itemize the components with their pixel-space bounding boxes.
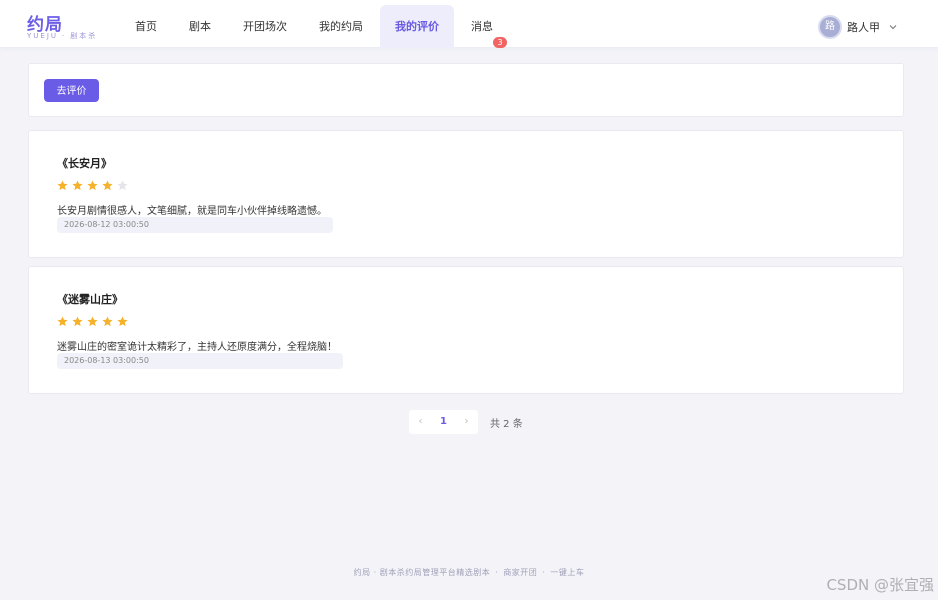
- logo[interactable]: 约局 YUEJU · 剧本杀: [27, 10, 117, 44]
- logo-subtitle: YUEJU · 剧本杀: [27, 31, 97, 41]
- action-bar: 去评价: [28, 63, 904, 117]
- page-number-1[interactable]: 1: [432, 410, 455, 434]
- nav-item-home[interactable]: 首页: [120, 5, 172, 48]
- message-count-badge: 3: [493, 37, 507, 48]
- star-icon: [102, 316, 113, 327]
- review-card: 《长安月》 长安月剧情很感人，文笔细腻，就是同车小伙伴掉线略遗憾。 2026-0…: [28, 130, 904, 258]
- star-icon: [117, 316, 128, 327]
- go-review-button[interactable]: 去评价: [44, 79, 99, 102]
- star-icon: [117, 180, 128, 191]
- top-navbar: 约局 YUEJU · 剧本杀 首页 剧本 开团场次 我的约局 我的评价 消息 3 路…: [0, 0, 938, 48]
- next-page-button[interactable]: ›: [455, 410, 478, 434]
- prev-page-button[interactable]: ‹: [409, 410, 432, 434]
- logo-sub-separator: ·: [62, 32, 67, 40]
- star-icon: [87, 316, 98, 327]
- page-controls: ‹ 1 ›: [409, 410, 478, 434]
- star-rating: [57, 180, 132, 191]
- review-text: 长安月剧情很感人，文笔细腻，就是同车小伙伴掉线略遗憾。: [57, 206, 327, 217]
- star-icon: [87, 180, 98, 191]
- footer-text-1: 约局 · 剧本杀约局管理平台精选剧本: [353, 568, 491, 577]
- review-text: 迷雾山庄的密室诡计太精彩了，主持人还原度满分，全程烧脑！: [57, 342, 337, 353]
- review-timestamp: 2026-08-13 03:00:50: [57, 353, 343, 369]
- avatar[interactable]: 路: [818, 15, 842, 39]
- page-total: 共 2 条: [490, 418, 523, 430]
- nav-item-my-reviews[interactable]: 我的评价: [380, 5, 454, 48]
- review-timestamp: 2026-08-12 03:00:50: [57, 217, 333, 233]
- nav-item-my-bookings[interactable]: 我的约局: [304, 5, 378, 48]
- main-nav: 首页 剧本 开团场次 我的约局 我的评价 消息: [120, 5, 510, 48]
- review-title: 《迷雾山庄》: [57, 293, 123, 306]
- logo-sub-en: YUEJU: [27, 32, 59, 40]
- footer-separator: ·: [542, 568, 546, 577]
- footer: 约局 · 剧本杀约局管理平台精选剧本 · 商家开团 · 一键上车: [0, 567, 938, 578]
- user-menu[interactable]: 路 路人甲: [818, 14, 898, 40]
- nav-item-sessions[interactable]: 开团场次: [228, 5, 302, 48]
- footer-text-2: 商家开团: [503, 568, 538, 577]
- footer-text-3: 一键上车: [550, 568, 585, 577]
- star-icon: [72, 180, 83, 191]
- chevron-down-icon[interactable]: [888, 22, 898, 32]
- star-icon: [72, 316, 83, 327]
- star-icon: [57, 180, 68, 191]
- star-rating: [57, 316, 132, 327]
- review-title: 《长安月》: [57, 157, 112, 170]
- review-card: 《迷雾山庄》 迷雾山庄的密室诡计太精彩了，主持人还原度满分，全程烧脑！ 2026…: [28, 266, 904, 394]
- star-icon: [102, 180, 113, 191]
- watermark: CSDN @张宜强: [826, 576, 934, 594]
- footer-separator: ·: [495, 568, 499, 577]
- user-name[interactable]: 路人甲: [847, 19, 880, 35]
- star-icon: [57, 316, 68, 327]
- pagination: ‹ 1 › 共 2 条: [409, 410, 523, 434]
- logo-sub-cn: 剧本杀: [70, 32, 98, 40]
- nav-item-scripts[interactable]: 剧本: [174, 5, 226, 48]
